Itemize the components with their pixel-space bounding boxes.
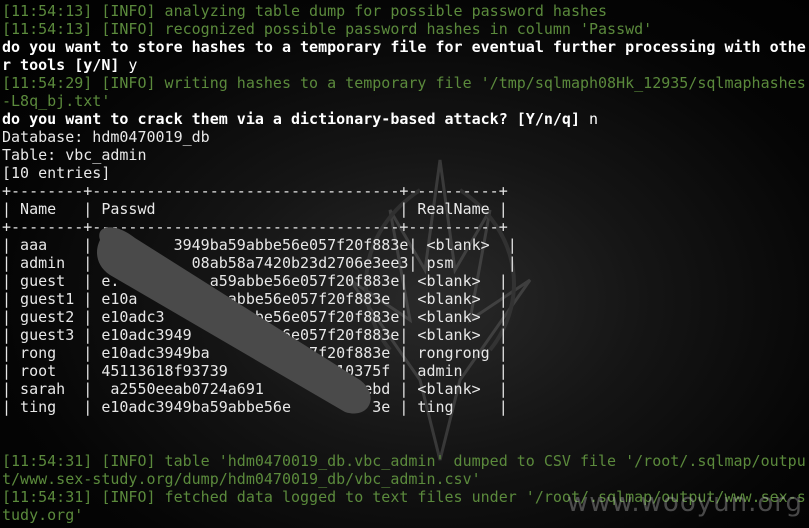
plain-line-text: Database: hdm0470019_db [2, 128, 210, 146]
info-line: -L8q_bj.txt' [2, 92, 110, 110]
table-row: | guest3 | e10adc3949 6e057f20f883e| <bl… [2, 326, 508, 344]
prompt-answer: n [579, 110, 599, 128]
prompt-line-text: do you want to crack them via a dictiona… [2, 110, 580, 128]
table-row: | guest | e. a59abbe56e057f20f883e| <bla… [2, 272, 508, 290]
info-line-text: [11:54:13] [INFO] recognized possible pa… [2, 20, 653, 38]
table-row: | guest2 | e10adc3 be56e057f20f883e| <bl… [2, 308, 508, 326]
table-row: | sarah | a2550eeab0724a691 6ebd | <blan… [2, 380, 508, 398]
table-row: | ting | e10adc3949ba59abbe56e 3e | ting… [2, 398, 508, 416]
plain-line-text: Table: vbc_admin [2, 146, 147, 164]
info-line-text: -L8q_bj.txt' [2, 92, 111, 110]
plain-line: Table: vbc_admin [2, 146, 147, 164]
table-header: | Name | Passwd | RealName | [2, 200, 508, 218]
info-line-text: t/www.sex-study.org/dump/hdm0470019_db/v… [2, 470, 481, 488]
watermark: www.wooyun.org [566, 488, 803, 518]
plain-line-text: [10 entries] [2, 164, 111, 182]
info-line-text: tudy.org' [2, 506, 84, 524]
plain-line: [10 entries] [2, 164, 110, 182]
prompt-line-text: do you want to store hashes to a tempora… [2, 38, 806, 56]
prompt-line-text: r tools [y/N] [2, 56, 120, 74]
prompt-line: do you want to store hashes to a tempora… [2, 38, 806, 56]
info-line: t/www.sex-study.org/dump/hdm0470019_db/v… [2, 470, 481, 488]
info-line: [11:54:31] [INFO] table 'hdm0470019_db.v… [2, 452, 806, 470]
prompt-line: r tools [y/N] y [2, 56, 137, 74]
table-row: | admin | 08ab58a7420b23d2706e3ee3| psm … [2, 254, 517, 272]
terminal-window[interactable]: [11:54:13] [INFO] analyzing table dump f… [0, 0, 809, 528]
info-line: [11:54:29] [INFO] writing hashes to a te… [2, 74, 806, 92]
table-row: | aaa | 3949ba59abbe56e057f20f883e| <bla… [2, 236, 517, 254]
info-line-text: [11:54:31] [INFO] table 'hdm0470019_db.v… [2, 452, 806, 470]
prompt-line: do you want to crack them via a dictiona… [2, 110, 598, 128]
table-border: +--------+------------------------------… [2, 218, 508, 236]
plain-line: Database: hdm0470019_db [2, 128, 210, 146]
prompt-answer: y [119, 56, 138, 74]
info-line: [11:54:13] [INFO] analyzing table dump f… [2, 2, 607, 20]
info-line-text: [11:54:29] [INFO] writing hashes to a te… [2, 74, 806, 92]
table-row: | guest1 | e10a abbe56e057f20f883e | <bl… [2, 290, 508, 308]
info-line: [11:54:13] [INFO] recognized possible pa… [2, 20, 652, 38]
info-line-text: [11:54:13] [INFO] analyzing table dump f… [2, 2, 608, 20]
table-row: | rong | e10adc3949ba 57f20f883e | rongr… [2, 344, 508, 362]
table-border: +--------+------------------------------… [2, 182, 508, 200]
table-row: | root | 45113618f93739 810375f | admin … [2, 362, 508, 380]
info-line: tudy.org' [2, 506, 83, 524]
